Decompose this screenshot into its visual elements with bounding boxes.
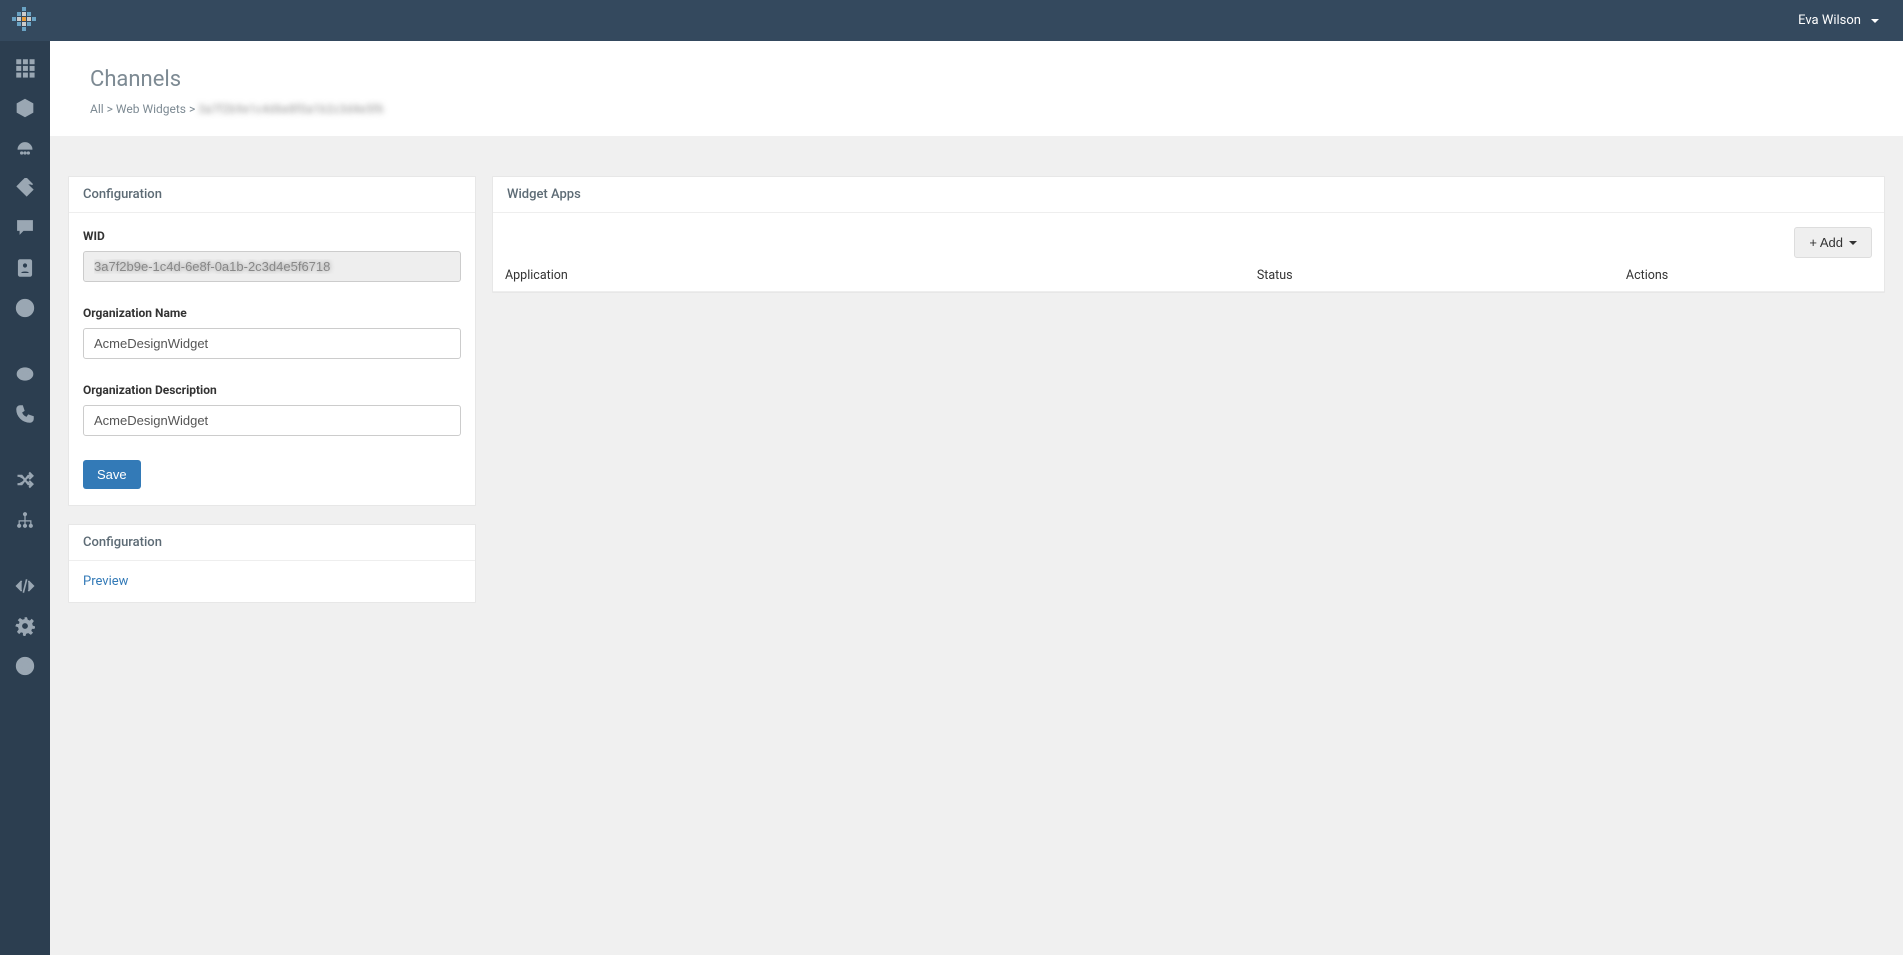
widget-apps-panel: Widget Apps + Add Application Status Act… [492,176,1885,293]
configuration-panel: Configuration WID Organization Name Orga… [68,176,476,506]
th-actions: Actions [1626,268,1872,283]
gear-icon[interactable] [14,615,36,637]
th-application: Application [505,268,1257,283]
breadcrumb-all[interactable]: All [90,102,104,116]
help-icon[interactable] [14,655,36,677]
chat-icon[interactable] [14,217,36,239]
hexagon-icon[interactable] [14,97,36,119]
side-navbar [0,41,50,955]
phone-icon[interactable] [14,403,36,425]
app-logo[interactable] [12,7,40,35]
code-icon[interactable] [14,575,36,597]
contact-icon[interactable] [14,257,36,279]
breadcrumb-web-widgets[interactable]: Web Widgets [116,102,186,116]
org-desc-label: Organization Description [83,383,461,397]
headset-icon[interactable] [14,137,36,159]
tag-icon[interactable] [14,177,36,199]
caret-down-icon [1849,241,1857,245]
panel-title: Configuration [69,177,475,213]
shuffle-icon[interactable] [14,469,36,491]
th-status: Status [1257,268,1626,283]
add-button-label: + Add [1809,235,1843,250]
page-header: Channels All > Web Widgets > 3a7f2b9e1c4… [50,41,1903,136]
wid-input [83,251,461,282]
sitemap-icon[interactable] [14,509,36,531]
configuration-preview-panel: Configuration Preview [68,524,476,603]
panel-title: Configuration [69,525,475,561]
user-menu[interactable]: Eva Wilson [1798,13,1879,28]
save-button[interactable]: Save [83,460,141,489]
breadcrumb: All > Web Widgets > 3a7f2b9e1c4d6e8f0a1b… [90,102,1863,116]
top-navbar: Eva Wilson [0,0,1903,41]
main-content: Channels All > Web Widgets > 3a7f2b9e1c4… [50,41,1903,623]
bot-icon[interactable] [14,363,36,385]
add-button[interactable]: + Add [1794,227,1872,258]
breadcrumb-current: 3a7f2b9e1c4d6e8f0a1b2c3d4e5f6 [198,102,383,116]
play-circle-icon[interactable] [14,297,36,319]
page-title: Channels [90,67,1863,92]
caret-down-icon [1871,19,1879,23]
preview-link[interactable]: Preview [83,574,128,589]
grid-icon[interactable] [14,57,36,79]
org-name-input[interactable] [83,328,461,359]
wid-label: WID [83,229,461,243]
panel-title: Widget Apps [493,177,1884,213]
user-name-label: Eva Wilson [1798,13,1861,28]
org-desc-input[interactable] [83,405,461,436]
org-name-label: Organization Name [83,306,461,320]
apps-table-header: Application Status Actions [493,268,1884,292]
